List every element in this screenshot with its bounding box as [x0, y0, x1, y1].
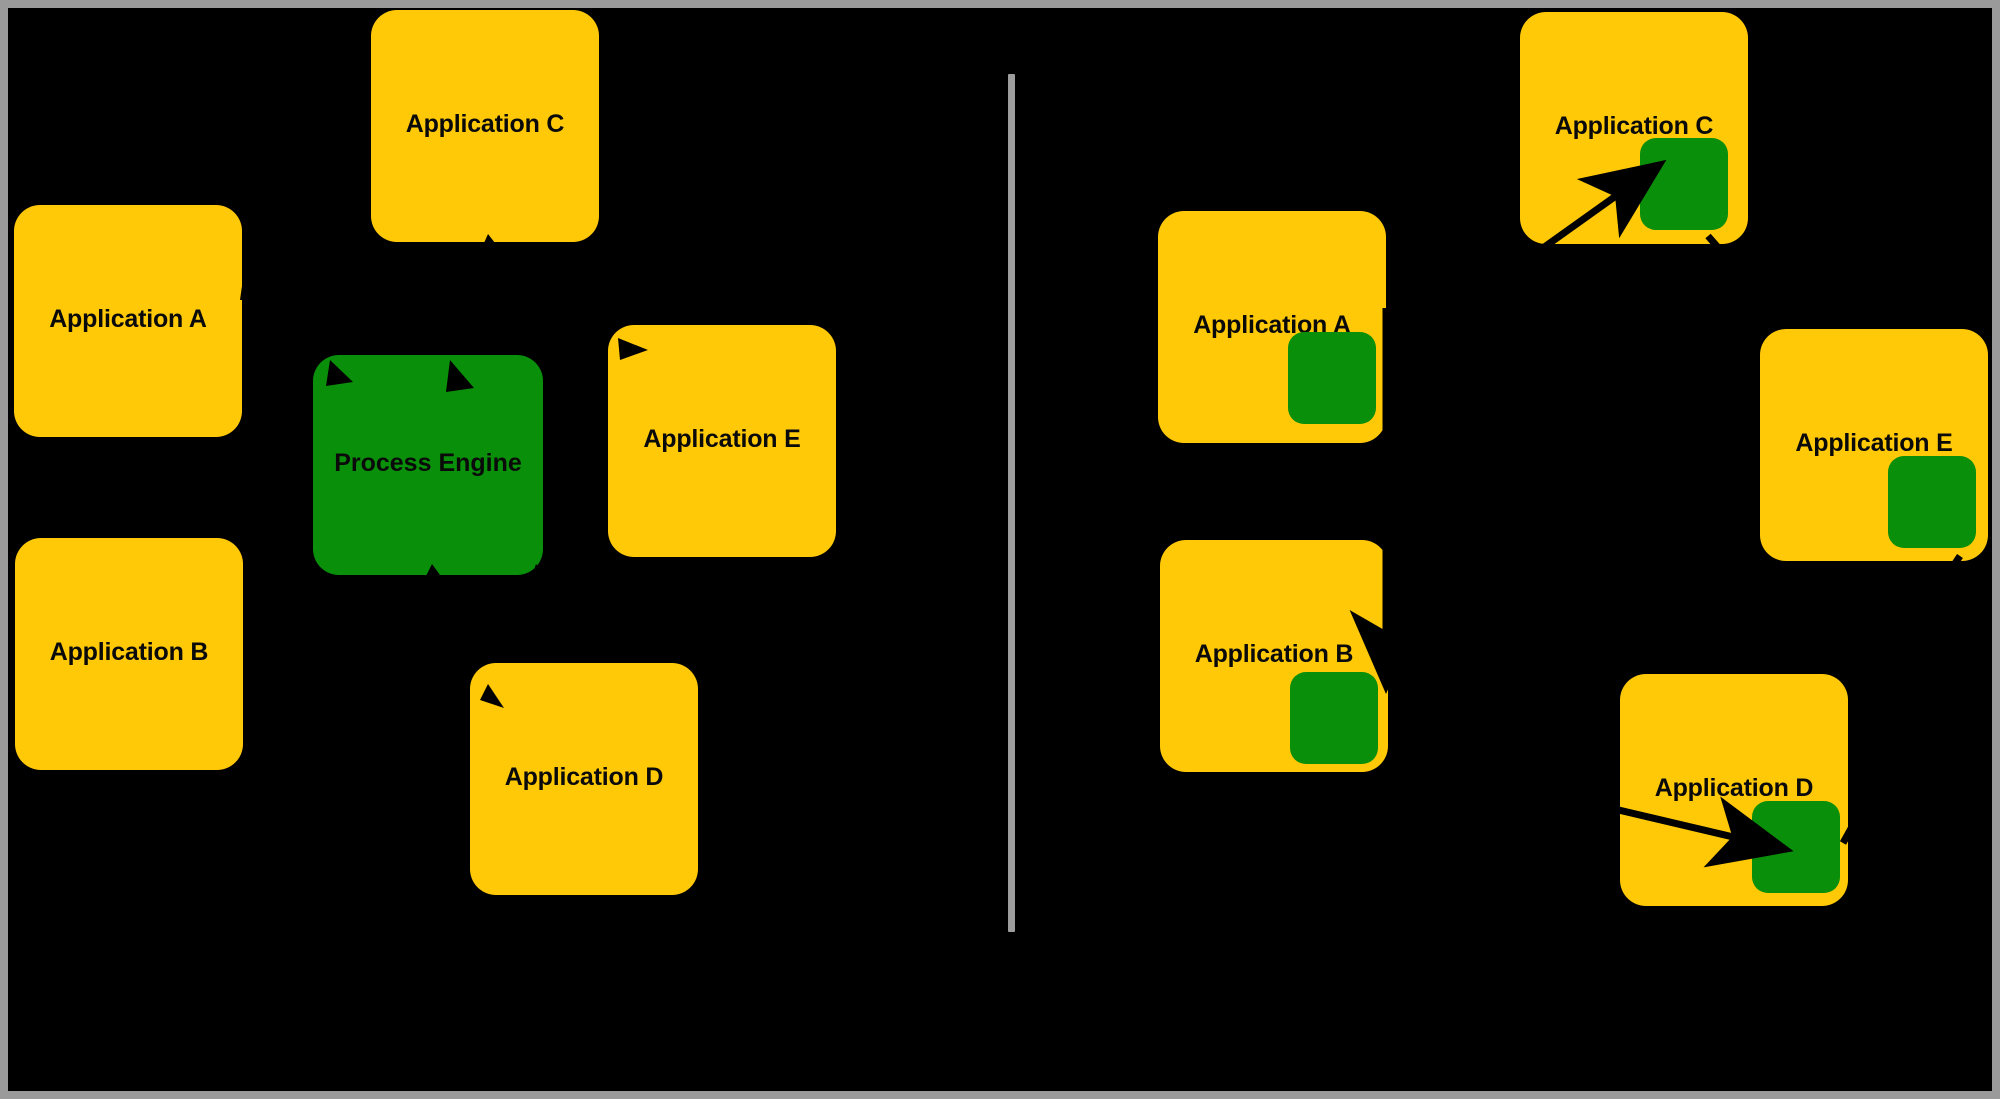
- right-application-c-label: Application C: [1554, 112, 1714, 140]
- diagram-stage: Application A Application B Application …: [0, 0, 2000, 1099]
- connector-engine-to-application-c: [399, 243, 468, 360]
- connector-engine-to-application-b: [237, 525, 319, 619]
- left-application-c-label: Application C: [405, 110, 565, 138]
- right-application-c-engine-chip[interactable]: [1640, 138, 1728, 230]
- right-application-d-label: Application D: [1654, 774, 1814, 802]
- left-application-b[interactable]: Application B: [15, 538, 243, 770]
- left-application-b-label: Application B: [49, 638, 209, 666]
- left-application-a-label: Application A: [49, 305, 207, 333]
- panel-divider: [1008, 74, 1015, 932]
- connector-engine-to-application-a: [236, 297, 321, 384]
- right-application-e-label: Application E: [1795, 429, 1953, 457]
- left-application-e-label: Application E: [643, 425, 801, 453]
- diagram-canvas: Application A Application B Application …: [8, 8, 1992, 1091]
- right-application-b-label: Application B: [1194, 640, 1354, 668]
- overlay-arrowhead-into-application-b: [244, 608, 262, 672]
- right-application-d-engine-chip[interactable]: [1752, 801, 1840, 893]
- right-application-b-engine-chip[interactable]: [1290, 672, 1378, 764]
- right-application-e-engine-chip[interactable]: [1888, 456, 1976, 548]
- right-application-a-engine-chip[interactable]: [1288, 332, 1376, 424]
- left-application-d-label: Application D: [504, 763, 664, 791]
- process-engine-label: Process Engine: [334, 449, 522, 477]
- overlay-arrowhead-into-application-a: [240, 272, 260, 300]
- left-application-e[interactable]: Application E: [608, 325, 836, 557]
- connector-engine-to-application-d: [417, 581, 485, 691]
- process-engine-box[interactable]: Process Engine: [313, 355, 543, 575]
- left-application-d[interactable]: Application D: [470, 663, 698, 895]
- left-application-a[interactable]: Application A: [14, 205, 242, 437]
- left-application-c[interactable]: Application C: [371, 10, 599, 242]
